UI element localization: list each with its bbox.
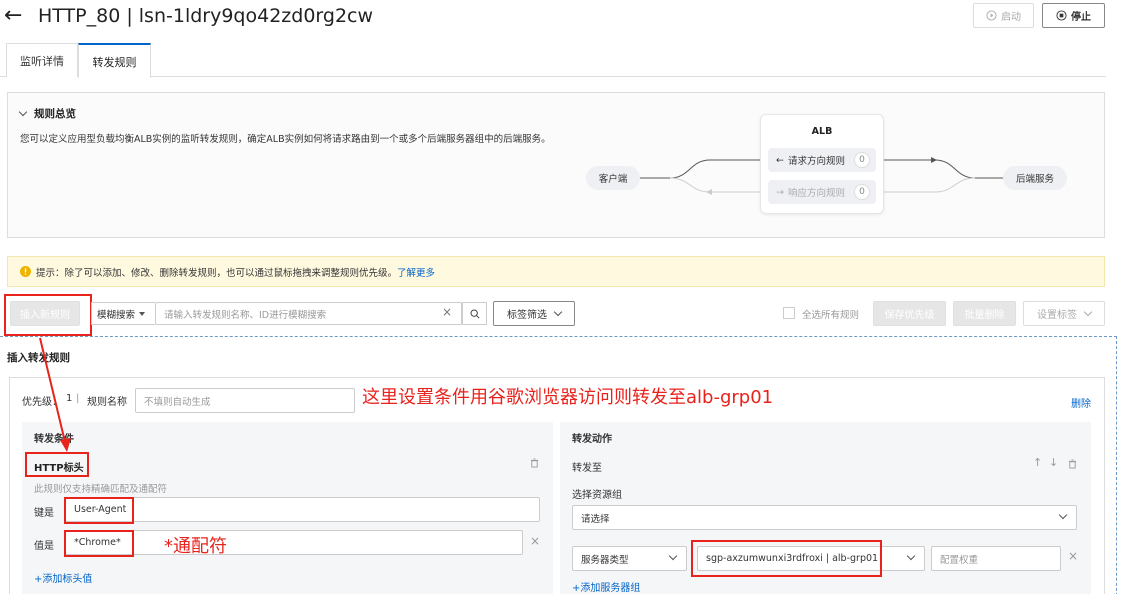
backend-node: 后端服务	[1003, 166, 1067, 190]
save-priority-label: 保存优先级	[884, 310, 935, 321]
annotation-box-server-group	[691, 540, 882, 577]
rule-search-input[interactable]: 请输入转发规则名称、ID进行模糊搜索	[155, 302, 462, 325]
select-all-checkbox[interactable]	[783, 307, 795, 319]
server-type-value: 服务器类型	[581, 554, 629, 566]
request-rule-item[interactable]: ← 请求方向规则 0	[768, 148, 876, 172]
resource-group-select[interactable]: 请选择	[572, 505, 1077, 530]
search-icon	[470, 309, 480, 319]
weight-input[interactable]: 配置权重	[931, 546, 1061, 571]
batch-delete-label: 批量删除	[964, 310, 1005, 321]
request-rule-count: 0	[854, 152, 870, 168]
insert-panel-title: 插入转发规则	[7, 352, 70, 364]
response-rule-item[interactable]: → 响应方向规则 0	[768, 180, 876, 204]
select-all-label: 全选所有规则	[802, 310, 860, 321]
search-mode-select[interactable]: 模糊搜索	[91, 302, 155, 325]
client-node: 客户端	[586, 166, 640, 190]
response-rule-count: 0	[854, 184, 870, 200]
select-resource-group-label: 选择资源组	[572, 490, 622, 501]
remove-value-icon[interactable]: ×	[530, 534, 540, 548]
annotation-box-insert	[4, 294, 92, 336]
set-tags-label: 设置标签	[1037, 310, 1077, 321]
tab-forwarding-rules[interactable]: 转发规则	[78, 43, 151, 78]
page-title: HTTP_80 | lsn-1ldry9qo42zd0rg2cw	[38, 5, 374, 27]
alb-label: ALB	[811, 126, 833, 137]
move-up-icon[interactable]: ↑	[1033, 456, 1042, 469]
remove-server-group-icon[interactable]: ×	[1068, 549, 1078, 563]
header-key-input[interactable]: User-Agent	[65, 497, 540, 522]
delete-rule-link[interactable]: 删除	[1071, 395, 1091, 410]
start-button-label: 启动	[1001, 12, 1021, 23]
tab-label: 转发规则	[92, 55, 137, 69]
overview-description: 您可以定义应用型负载均衡ALB实例的监听转发规则，确定ALB实例如何将请求路由到…	[20, 134, 551, 145]
tag-filter-button[interactable]: 标签筛选	[493, 301, 575, 326]
divider-bar: |	[76, 393, 80, 404]
notice-text: 提示：除了可以添加、修改、删除转发规则，也可以通过鼠标拖拽来调整规则优先级。	[36, 267, 398, 279]
play-circle-icon	[986, 10, 997, 21]
chevron-down-icon	[668, 551, 678, 561]
priority-value: 1	[66, 393, 73, 404]
annotation-box-http-header	[25, 452, 89, 477]
weight-placeholder: 配置权重	[940, 554, 979, 566]
annotation-wildcard-note: *通配符	[164, 536, 227, 557]
save-priority-button[interactable]: 保存优先级	[873, 301, 946, 326]
caret-down-icon	[139, 311, 146, 316]
rule-name-placeholder: 不填则自动生成	[144, 396, 211, 408]
forward-to-label: 转发至	[572, 463, 602, 474]
chevron-down-icon	[1058, 510, 1068, 520]
trash-icon[interactable]	[530, 458, 539, 468]
move-down-icon[interactable]: ↓	[1049, 456, 1058, 469]
stop-button-label: 停止	[1071, 12, 1091, 23]
batch-delete-button[interactable]: 批量删除	[953, 301, 1016, 326]
stop-button[interactable]: 停止	[1042, 3, 1105, 28]
chevron-down-icon	[906, 551, 916, 561]
set-tags-button[interactable]: 设置标签	[1023, 301, 1105, 326]
rule-name-input[interactable]: 不填则自动生成	[135, 388, 355, 413]
chevron-down-icon	[18, 107, 28, 117]
warning-icon	[20, 266, 31, 277]
header-match-hint: 此规则仅支持精确匹配及通配符	[34, 484, 168, 495]
add-header-value-link[interactable]: +添加标头值	[34, 570, 92, 585]
value-label: 值是	[34, 541, 54, 552]
key-label: 键是	[34, 508, 54, 519]
tab-label: 监听详情	[20, 54, 64, 68]
priority-label: 优先级：	[22, 397, 62, 408]
rule-name-label: 规则名称	[87, 397, 127, 408]
add-server-group-link[interactable]: +添加服务器组	[572, 579, 640, 594]
annotation-box-value	[64, 530, 134, 557]
backend-label: 后端服务	[1015, 174, 1054, 185]
client-label: 客户端	[598, 174, 628, 185]
arrow-left-icon: ←	[776, 154, 784, 166]
resource-group-placeholder: 请选择	[581, 513, 610, 525]
tag-filter-label: 标签筛选	[507, 310, 547, 321]
conditions-title: 转发条件	[34, 434, 74, 445]
request-rule-label: 请求方向规则	[787, 156, 845, 167]
clear-icon[interactable]: ×	[442, 305, 452, 319]
back-icon[interactable]: ←	[4, 2, 22, 30]
stop-circle-icon	[1056, 10, 1067, 21]
annotation-box-key	[64, 497, 134, 524]
search-button[interactable]	[462, 302, 487, 325]
chevron-down-icon	[1083, 307, 1093, 316]
tab-listener-details[interactable]: 监听详情	[6, 43, 78, 77]
notice-bar: 提示：除了可以添加、修改、删除转发规则，也可以通过鼠标拖拽来调整规则优先级。 了…	[7, 256, 1105, 287]
response-rule-label: 响应方向规则	[787, 188, 845, 199]
arrow-right-icon: →	[776, 186, 784, 198]
server-type-select[interactable]: 服务器类型	[572, 546, 687, 571]
search-placeholder: 请输入转发规则名称、ID进行模糊搜索	[164, 309, 327, 321]
chevron-down-icon	[553, 307, 563, 316]
annotation-main-note: 这里设置条件用谷歌浏览器访问则转发至alb-grp01	[362, 387, 774, 408]
learn-more-link[interactable]: 了解更多	[397, 265, 435, 279]
actions-title: 转发动作	[572, 434, 612, 445]
overview-collapse-toggle[interactable]: 规则总览	[18, 106, 76, 121]
tab-bar	[0, 43, 1106, 77]
overview-title: 规则总览	[34, 108, 76, 120]
search-mode-label: 模糊搜索	[97, 309, 136, 321]
trash-icon[interactable]	[1068, 459, 1077, 469]
start-button[interactable]: 启动	[973, 3, 1034, 28]
